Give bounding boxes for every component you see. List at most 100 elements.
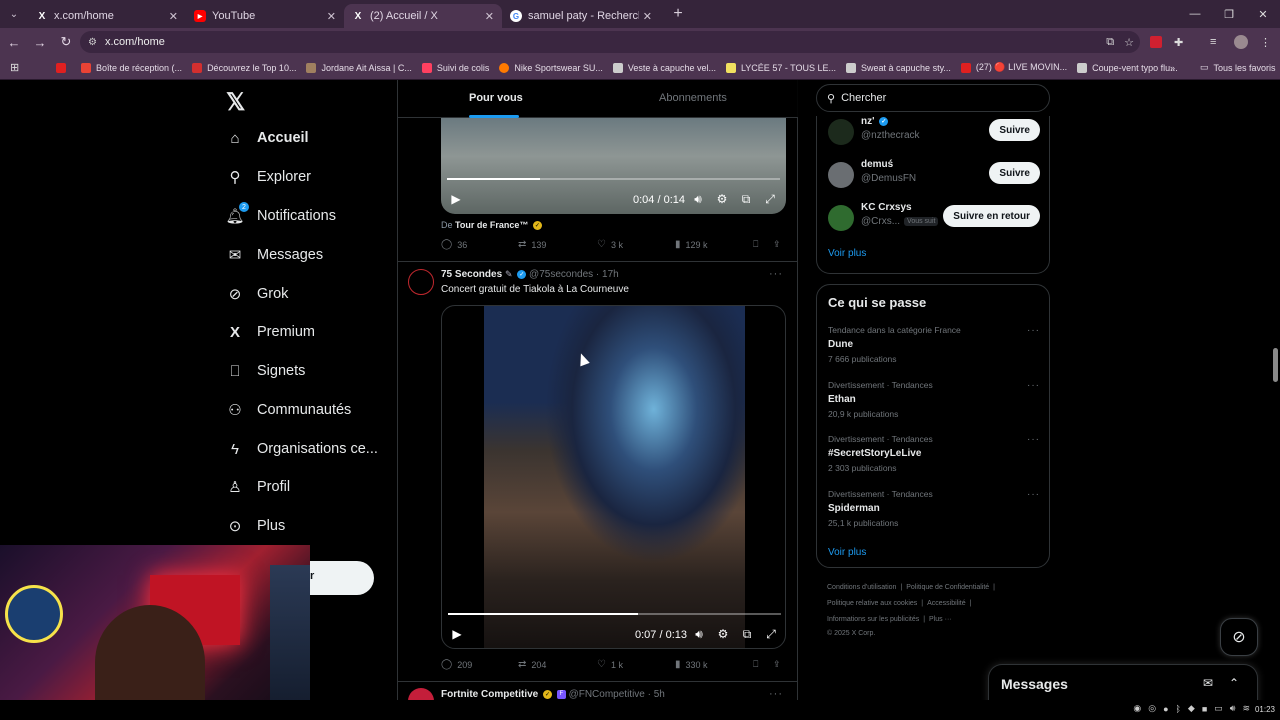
- reply-button[interactable]: ◯ 209: [441, 659, 472, 670]
- tab-3[interactable]: G samuel paty - Recherche Google ✕: [502, 4, 660, 28]
- avatar[interactable]: [828, 119, 854, 145]
- follow-suggestion[interactable]: demuś @DemusFN Suivre: [828, 159, 1040, 189]
- fullscreen-icon[interactable]: ⤢: [764, 627, 778, 642]
- video-player[interactable]: ▶ 0:04 / 0:14 🔊︎ ⚙ ⧉ ⤢: [441, 118, 786, 214]
- app-icon[interactable]: ■: [1202, 704, 1207, 714]
- reload-icon[interactable]: ↻: [54, 30, 78, 54]
- nav-item-communautes[interactable]: ⚇ Communautés: [226, 395, 351, 425]
- nav-item-premium[interactable]: X Premium: [226, 317, 315, 347]
- video-player[interactable]: ▶ 0:07 / 0:13 🔊︎ ⚙ ⧉ ⤢: [441, 305, 786, 649]
- author-name[interactable]: Fortnite Competitive: [441, 689, 538, 700]
- ads-info-link[interactable]: Informations sur les publicités: [827, 616, 919, 623]
- site-info-icon[interactable]: ⚙: [88, 37, 97, 48]
- apps-grid-icon[interactable]: ⊞: [10, 61, 26, 74]
- discord-icon[interactable]: ◉: [1133, 703, 1141, 714]
- bookmarks-overflow-icon[interactable]: »: [1170, 63, 1175, 73]
- volume-icon[interactable]: 🔊︎: [1230, 703, 1236, 714]
- nav-item-profil[interactable]: ♙ Profil: [226, 472, 290, 502]
- settings-icon[interactable]: ⚙: [716, 627, 730, 641]
- bookmark-item[interactable]: Veste à capuche vel...: [612, 62, 716, 73]
- back-arrow-icon[interactable]: ←: [2, 30, 26, 54]
- follow-button[interactable]: Suivre: [989, 162, 1040, 184]
- like-button[interactable]: ♡ 1 k: [597, 659, 623, 670]
- play-icon[interactable]: ▶: [449, 192, 463, 206]
- nav-item-grok[interactable]: ⊘ Grok: [226, 279, 289, 309]
- cookies-link[interactable]: Politique relative aux cookies: [827, 600, 917, 607]
- search-input[interactable]: ⚲ Chercher: [816, 84, 1050, 112]
- avatar[interactable]: [828, 205, 854, 231]
- page-scrollbar[interactable]: [1270, 80, 1280, 720]
- suggestion-name[interactable]: demuś: [861, 159, 893, 170]
- bookmark-item[interactable]: LYCÉE 57 - TOUS LE...: [725, 62, 836, 73]
- tab-2[interactable]: X (2) Accueil / X ✕: [344, 4, 502, 28]
- scrollbar-thumb[interactable]: [1273, 348, 1278, 382]
- close-icon[interactable]: ✕: [169, 10, 178, 23]
- app-icon[interactable]: ◆: [1188, 703, 1195, 714]
- more-options-icon[interactable]: ···: [1027, 380, 1040, 391]
- video-source[interactable]: De Tour de France™ ✓: [441, 220, 542, 231]
- accessibility-link[interactable]: Accessibilité: [927, 600, 966, 607]
- minimize-icon[interactable]: —: [1178, 0, 1212, 28]
- nav-item-explorer[interactable]: ⚲ Explorer: [226, 162, 312, 192]
- tab-search-icon[interactable]: ⌄: [0, 0, 28, 28]
- bookmark-item[interactable]: Nike Sportswear SU...: [499, 62, 603, 73]
- share-button[interactable]: ⇪: [773, 239, 781, 250]
- trend-item[interactable]: Divertissement · Tendances #SecretStoryL…: [828, 434, 1040, 478]
- bluetooth-icon[interactable]: ᛒ: [1176, 704, 1181, 714]
- share-button[interactable]: ⇪: [773, 659, 781, 670]
- tab-pour-vous[interactable]: Pour vous: [469, 92, 523, 104]
- address-bar[interactable]: ⚙ x.com/home ⧉ ☆: [80, 31, 1140, 53]
- bookmark-item[interactable]: [56, 62, 71, 73]
- media-icon[interactable]: ≡: [1210, 31, 1216, 53]
- trend-item[interactable]: Divertissement · Tendances Ethan 20,9 k …: [828, 380, 1040, 424]
- bookmark-item[interactable]: Suivi de colis: [421, 62, 489, 73]
- follow-suggestion[interactable]: KC Crxsys @Crxs... Vous suit Suivre en re…: [828, 202, 1040, 232]
- follow-button[interactable]: Suivre: [989, 119, 1040, 141]
- author-name[interactable]: 75 Secondes: [441, 269, 502, 280]
- x-logo-icon[interactable]: 𝕏: [226, 88, 245, 117]
- follow-back-button[interactable]: Suivre en retour: [943, 205, 1040, 227]
- browser-menu-icon[interactable]: ⋮: [1260, 31, 1271, 53]
- bookmark-button[interactable]: ⎕: [753, 659, 758, 670]
- author-handle[interactable]: @FNCompetitive · 5h: [569, 689, 665, 700]
- play-icon[interactable]: ▶: [450, 627, 464, 641]
- app-icon[interactable]: ●: [1163, 704, 1168, 714]
- trend-item[interactable]: Tendance dans la catégorie France Dune 7…: [828, 325, 1040, 369]
- views-button[interactable]: ▮ 330 k: [675, 659, 708, 670]
- more-options-icon[interactable]: ···: [1027, 434, 1040, 445]
- terms-link[interactable]: Conditions d'utilisation: [827, 584, 896, 591]
- nav-item-messages[interactable]: ✉ Messages: [226, 240, 323, 270]
- more-link[interactable]: Plus ···: [929, 616, 952, 623]
- extensions-puzzle-icon[interactable]: ✚: [1174, 31, 1183, 53]
- show-more-link[interactable]: Voir plus: [828, 547, 866, 558]
- author-handle[interactable]: @75secondes · 17h: [529, 269, 619, 280]
- reply-button[interactable]: ◯ 36: [441, 239, 467, 250]
- suggestion-name[interactable]: nz' ✓: [861, 116, 889, 127]
- tab-abonnements[interactable]: Abonnements: [659, 92, 727, 104]
- nav-item-organisations[interactable]: ϟ Organisations ce...: [226, 434, 378, 464]
- pip-icon[interactable]: ⧉: [740, 627, 754, 642]
- network-icon[interactable]: ▭: [1214, 703, 1223, 714]
- close-icon[interactable]: ✕: [485, 10, 494, 23]
- nav-item-signets[interactable]: ⎕ Signets: [226, 356, 305, 386]
- nav-item-plus[interactable]: ⊙ Plus: [226, 511, 286, 541]
- more-options-icon[interactable]: ···: [769, 268, 783, 280]
- install-app-icon[interactable]: ⧉: [1106, 36, 1114, 49]
- nav-item-accueil[interactable]: ⌂ Accueil: [226, 123, 308, 153]
- repost-button[interactable]: ⇄ 204: [518, 659, 546, 670]
- more-options-icon[interactable]: ···: [1027, 489, 1040, 500]
- like-button[interactable]: ♡ 3 k: [597, 239, 623, 250]
- steam-icon[interactable]: ◎: [1148, 703, 1156, 714]
- volume-icon[interactable]: 🔊︎: [692, 627, 706, 642]
- suggestion-name[interactable]: KC Crxsys: [861, 202, 912, 213]
- all-bookmarks[interactable]: ▭ Tous les favoris: [1200, 62, 1276, 73]
- video-progress[interactable]: [448, 613, 781, 615]
- avatar[interactable]: [408, 269, 434, 295]
- pip-icon[interactable]: ⧉: [739, 192, 753, 207]
- wifi-icon[interactable]: ≋: [1242, 703, 1250, 714]
- avatar[interactable]: [828, 162, 854, 188]
- fullscreen-icon[interactable]: ⤢: [763, 192, 777, 207]
- bookmark-item[interactable]: Coupe-vent typo flu...: [1077, 62, 1178, 73]
- tab-1[interactable]: ▶ YouTube ✕: [186, 4, 344, 28]
- post-button[interactable]: r: [310, 561, 374, 595]
